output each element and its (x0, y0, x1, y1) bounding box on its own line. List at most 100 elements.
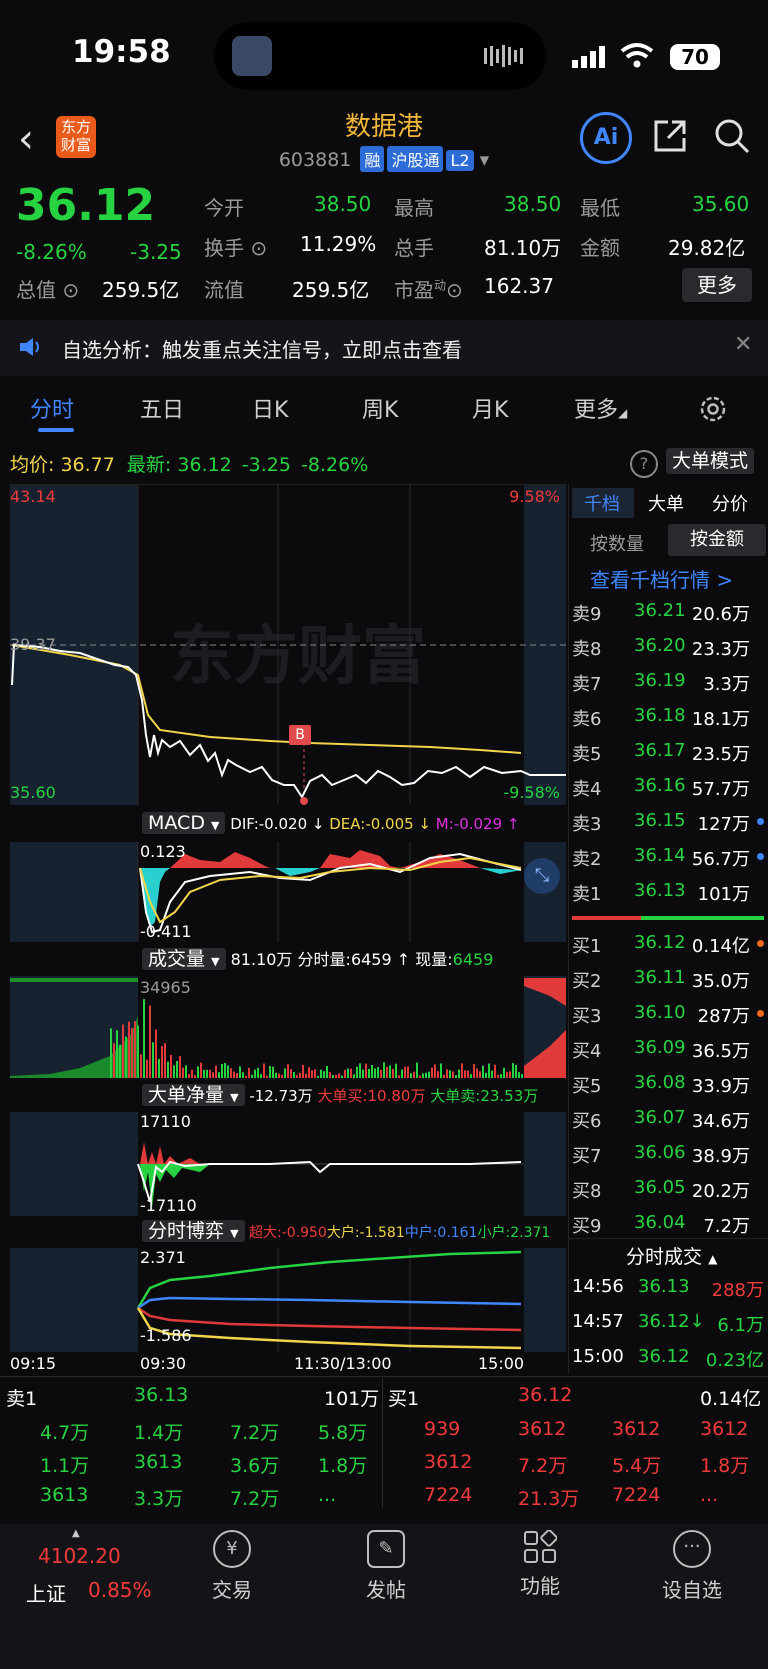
game-chart[interactable]: 2.371 -1.586 (10, 1248, 566, 1352)
field-label-turnover[interactable]: 换手 ⊙ (204, 232, 267, 261)
help-icon[interactable]: ? (630, 450, 658, 478)
macd-chart[interactable]: ⤡ 0.123 -0.411 (10, 842, 566, 942)
index-pct[interactable]: 0.85% (88, 1578, 152, 1602)
ask-row[interactable]: 卖4 36.16 57.7万 (572, 775, 764, 807)
ask-level: 卖2 (572, 849, 602, 870)
ai-button[interactable]: Ai (580, 112, 632, 164)
orderbook-tab-price[interactable]: 分价 (712, 490, 748, 516)
dynamic-island (214, 22, 546, 90)
bid-row[interactable]: 买9 36.04 7.2万 (572, 1212, 764, 1244)
bid-row[interactable]: 买3 36.10 287万 (572, 1002, 764, 1034)
orderbook-divider (568, 484, 569, 1374)
bid-row[interactable]: 买7 36.06 38.9万 (572, 1142, 764, 1174)
price-top-right: 9.58% (509, 487, 560, 506)
volume-bars (10, 978, 566, 1078)
full-depth-link[interactable]: 查看千档行情 > (590, 564, 733, 593)
queue-mid-divider (382, 1378, 383, 1508)
orderbook-tab-big[interactable]: 大单 (648, 490, 684, 516)
ask-volume: 127万 (697, 814, 750, 835)
nav-trade[interactable]: ¥ 交易 (182, 1530, 282, 1603)
buy-queue-cell: 5.4万 (612, 1455, 662, 1477)
nav-functions[interactable]: 功能 (490, 1530, 590, 1599)
bid-row[interactable]: 买8 36.05 20.2万 (572, 1177, 764, 1209)
ask-row[interactable]: 卖6 36.18 18.1万 (572, 705, 764, 737)
ask-row[interactable]: 卖9 36.21 20.6万 (572, 600, 764, 632)
ask-price: 36.21 (634, 600, 686, 621)
bid-row[interactable]: 买5 36.08 33.9万 (572, 1072, 764, 1104)
field-label-amount: 金额 (580, 236, 620, 260)
bid-row[interactable]: 买6 36.07 34.6万 (572, 1107, 764, 1139)
ask-row[interactable]: 卖1 36.13 101万 (572, 880, 764, 912)
change-percent: -8.26% (16, 240, 87, 264)
share-icon[interactable] (650, 116, 690, 156)
trades-title[interactable]: 分时成交 ▲ (626, 1242, 717, 1269)
tab-five-day[interactable]: 五日 (140, 392, 184, 424)
index-name[interactable]: 上证 (26, 1578, 66, 1607)
audio-wave-icon (484, 45, 523, 67)
nav-post[interactable]: ✎ 发帖 (336, 1530, 436, 1603)
field-label-market-cap[interactable]: 总值 ⊙ (16, 274, 79, 303)
index-value[interactable]: 4102.20 (38, 1544, 121, 1568)
ask-level: 卖8 (572, 639, 602, 660)
settings-gear-icon[interactable] (698, 394, 728, 424)
caret-icon: ◢ (618, 406, 628, 420)
bid-row[interactable]: 买4 36.09 36.5万 (572, 1037, 764, 1069)
close-icon[interactable]: ✕ (734, 332, 752, 357)
macd-top: 0.123 (140, 842, 186, 861)
tab-daily-k[interactable]: 日K (252, 392, 288, 424)
notice-text[interactable]: 自选分析：触发重点关注信号，立即点击查看 (62, 334, 462, 363)
buy-queue-cell: ... (700, 1484, 719, 1506)
volume-selector[interactable]: 成交量 ▼ (142, 948, 226, 970)
macd-header: MACD ▼ DIF:-0.020 ↓ DEA:-0.005 ↓ M:-0.02… (142, 810, 566, 838)
nav-add-watchlist[interactable]: ··· 设自选 (642, 1530, 742, 1603)
subtab-by-qty[interactable]: 按数量 (590, 530, 644, 556)
ask-row[interactable]: 卖7 36.19 3.3万 (572, 670, 764, 702)
game-large: 大户:-1.581 (326, 1225, 405, 1241)
ask-row[interactable]: 卖2 36.14 56.7万 (572, 845, 764, 877)
tab-intraday[interactable]: 分时 (30, 392, 74, 424)
volume-chart[interactable]: 34965 (10, 976, 566, 1078)
bid-price: 36.12 (634, 932, 686, 953)
time-axis-midday: 11:30/13:00 (294, 1354, 392, 1373)
bid-volume: 36.5万 (691, 1041, 750, 1062)
subtab-by-amount[interactable]: 按金额 (668, 524, 766, 556)
buy-queue-cell: 3612 (612, 1418, 661, 1440)
macd-selector[interactable]: MACD ▼ (142, 812, 226, 834)
search-icon[interactable] (712, 116, 752, 156)
ask-level: 卖6 (572, 709, 602, 730)
expand-chart-icon[interactable]: ⤡ (524, 858, 560, 894)
ask-row[interactable]: 卖5 36.17 23.5万 (572, 740, 764, 772)
orderbook-tab-levels[interactable]: 千档 (584, 490, 620, 516)
field-label-pe[interactable]: 市盈动⊙ (394, 274, 463, 303)
field-label-turnover-text: 换手 (204, 236, 244, 260)
sell-queue-cell: 3613 (40, 1484, 89, 1506)
ask-volume: 23.5万 (691, 744, 750, 765)
bid-volume: 35.0万 (691, 971, 750, 992)
sell-queue-cell: ... (318, 1484, 337, 1506)
yen-icon: ¥ (213, 1530, 251, 1568)
big-sell-label: 大单卖: (430, 1087, 481, 1105)
big-net-selector[interactable]: 大单净量 ▼ (142, 1084, 245, 1106)
volume-header: 成交量 ▼ 81.10万 分时量:6459 ↑ 现量:6459 (142, 946, 566, 974)
buy-queue-cell: 1.8万 (700, 1455, 750, 1477)
game-selector[interactable]: 分时博弈 ▼ (142, 1220, 245, 1242)
bid-price: 36.11 (634, 967, 686, 988)
ask-row[interactable]: 卖8 36.20 23.3万 (572, 635, 764, 667)
tab-monthly-k[interactable]: 月K (472, 392, 508, 424)
buy-marker[interactable]: B (289, 725, 311, 745)
price-chart[interactable]: 东方财富 B 43.14 9.58% 39.37 35.60 -9.58% (10, 484, 566, 805)
ask-row[interactable]: 卖3 36.15 127万 (572, 810, 764, 842)
bid-price: 36.10 (634, 1002, 686, 1023)
bid-row[interactable]: 买1 36.12 0.14亿 (572, 932, 764, 964)
queue-sell-vol: 101万 (324, 1388, 380, 1410)
big-net-chart[interactable]: 17110 -17110 (10, 1112, 566, 1216)
game-bottom: -1.586 (140, 1326, 192, 1345)
game-label: 分时博弈 (148, 1220, 225, 1242)
nav-functions-label: 功能 (520, 1574, 560, 1598)
buy-queue-cell: 3612 (700, 1418, 749, 1440)
big-order-mode-button[interactable]: 大单模式 (666, 448, 755, 474)
tab-weekly-k[interactable]: 周K (362, 392, 398, 424)
bid-row[interactable]: 买2 36.11 35.0万 (572, 967, 764, 999)
more-quote-button[interactable]: 更多 (682, 268, 752, 302)
tab-more[interactable]: 更多◢ (574, 392, 627, 424)
